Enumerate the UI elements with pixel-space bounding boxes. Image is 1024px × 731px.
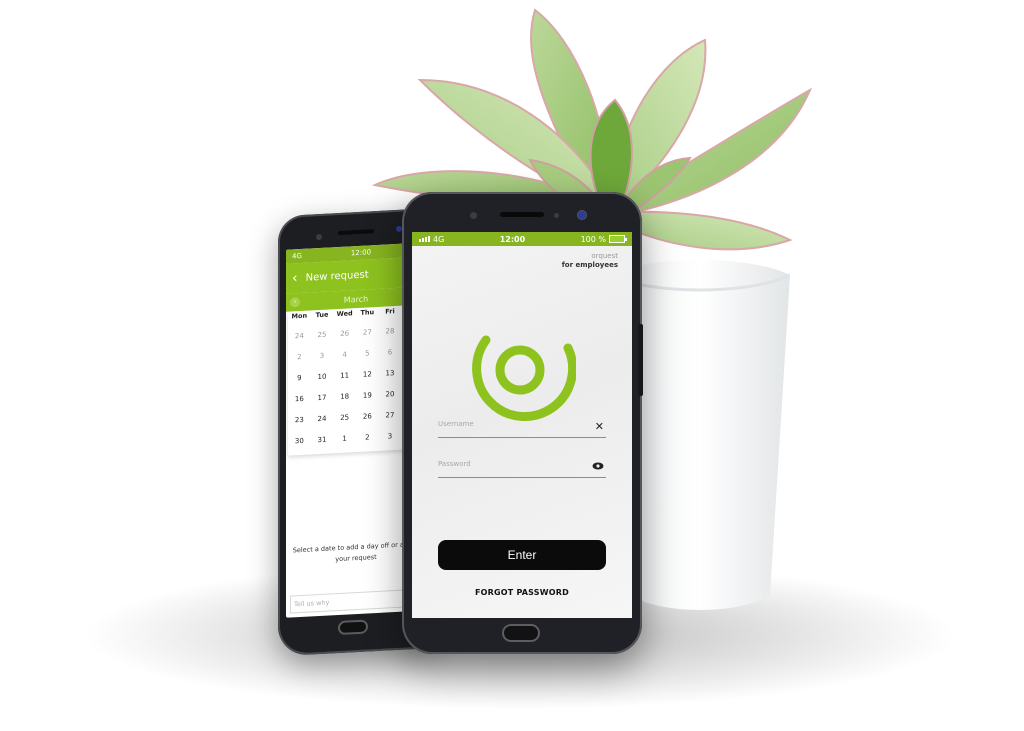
password-placeholder: Password — [438, 460, 471, 468]
calendar-day[interactable]: 20 — [379, 389, 402, 398]
calendar-day[interactable]: 17 — [311, 393, 334, 402]
calendar-day[interactable]: 11 — [333, 371, 356, 380]
calendar-day[interactable]: 5 — [356, 348, 379, 357]
weekday-label: Fri — [385, 307, 395, 316]
forgot-password-link[interactable]: FORGOT PASSWORD — [438, 588, 606, 597]
calendar-day[interactable]: 23 — [288, 415, 311, 424]
calendar-day[interactable]: 9 — [288, 373, 311, 382]
calendar-day[interactable]: 24 — [311, 414, 334, 423]
login-screen: 4G 12:00 100 % orquest for employees Use… — [412, 232, 632, 618]
calendar-day[interactable]: 26 — [333, 329, 356, 338]
clock-label: 12:00 — [499, 234, 526, 244]
battery-icon — [609, 235, 627, 243]
battery-label: 100 % — [580, 234, 606, 244]
signal-icon — [419, 236, 430, 242]
calendar-day[interactable]: 13 — [379, 368, 402, 377]
password-field[interactable]: Password — [438, 460, 606, 478]
calendar-day[interactable]: 3 — [311, 351, 334, 360]
calendar-day[interactable]: 26 — [356, 411, 379, 420]
calendar-day[interactable]: 19 — [356, 390, 379, 399]
username-field[interactable]: Username ✕ — [438, 420, 606, 438]
calendar-day[interactable]: 30 — [288, 436, 311, 445]
network-indicator: 4G — [419, 235, 444, 244]
network-label: 4G — [433, 234, 445, 244]
eye-icon-glyph — [592, 462, 604, 470]
brand-name: orquest — [591, 252, 618, 260]
power-button[interactable] — [638, 324, 643, 396]
earpiece-speaker — [500, 212, 544, 217]
front-phone: 4G 12:00 100 % orquest for employees Use… — [402, 192, 643, 654]
close-icon[interactable]: ✕ — [595, 420, 604, 433]
calendar-day[interactable]: 4 — [333, 350, 356, 359]
brand-tagline: for employees — [561, 261, 618, 269]
calendar-day[interactable]: 2 — [288, 352, 311, 361]
weekday-label: Thu — [360, 308, 375, 317]
calendar-day[interactable]: 27 — [379, 410, 402, 419]
home-button[interactable] — [502, 624, 540, 642]
calendar-day[interactable]: 10 — [311, 372, 334, 381]
battery-indicator: 100 % — [580, 234, 627, 244]
front-camera — [316, 233, 322, 241]
calendar-day[interactable]: 16 — [288, 394, 311, 403]
calendar-day[interactable]: 1 — [333, 434, 356, 443]
calendar-day[interactable]: 27 — [356, 327, 379, 336]
calendar-day[interactable]: 28 — [379, 326, 402, 335]
weekday-label: Mon — [291, 311, 308, 321]
eye-icon[interactable] — [592, 460, 604, 473]
orquest-logo-icon — [472, 335, 576, 422]
earpiece-speaker — [338, 229, 374, 236]
clock-label: 12:00 — [350, 248, 372, 258]
calendar-day[interactable]: 31 — [311, 435, 334, 444]
weekday-label: Wed — [336, 309, 353, 319]
light-sensor — [554, 213, 559, 218]
proximity-sensor — [578, 211, 586, 219]
month-label: March — [343, 293, 369, 305]
calendar-day[interactable]: 3 — [379, 431, 402, 440]
product-scene: 4G 12:00 ‹ New request ‹ March Mon Tue W… — [0, 0, 1024, 731]
weekday-label: Tue — [315, 310, 329, 320]
status-bar: 4G 12:00 100 % — [412, 232, 632, 246]
back-arrow-icon[interactable]: ‹ — [292, 270, 298, 286]
calendar-day[interactable]: 2 — [356, 432, 379, 441]
brand-block: orquest for employees — [412, 246, 632, 270]
network-label: 4G — [292, 251, 302, 261]
front-camera — [470, 212, 477, 219]
enter-button[interactable]: Enter — [438, 540, 606, 570]
username-placeholder: Username — [438, 420, 474, 428]
calendar-day[interactable]: 25 — [333, 413, 356, 422]
calendar-day[interactable]: 12 — [356, 369, 379, 378]
calendar-day[interactable]: 24 — [288, 331, 311, 340]
calendar-day[interactable]: 25 — [311, 330, 334, 339]
page-title: New request — [305, 268, 369, 284]
calendar-day[interactable]: 6 — [379, 347, 402, 356]
previous-month-icon[interactable]: ‹ — [290, 297, 300, 308]
home-button[interactable] — [338, 619, 368, 636]
calendar-day[interactable]: 18 — [333, 392, 356, 401]
